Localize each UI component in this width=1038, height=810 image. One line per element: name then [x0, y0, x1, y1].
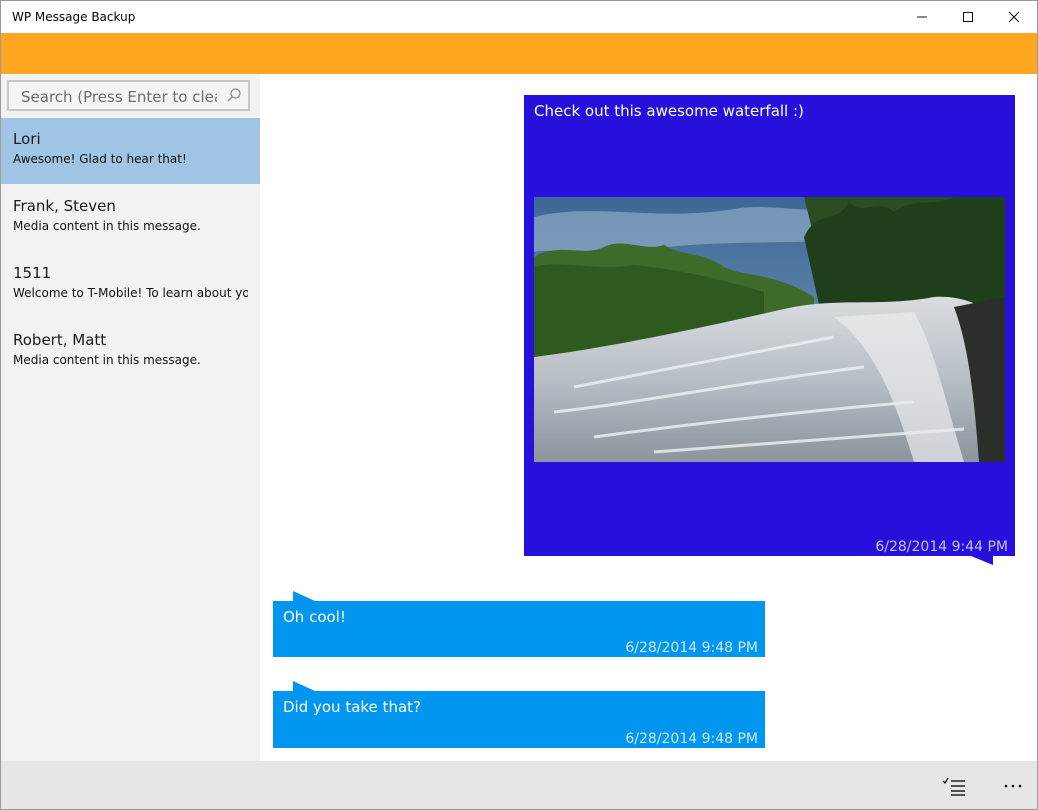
conversation-item[interactable]: Robert, Matt Media content in this messa…: [1, 319, 260, 385]
message-text: Did you take that?: [283, 698, 421, 716]
title-bar: WP Message Backup: [1, 1, 1037, 33]
conversation-item[interactable]: 1511 Welcome to T-Mobile! To learn about…: [1, 252, 260, 318]
message-timestamp: 6/28/2014 9:48 PM: [625, 640, 758, 656]
close-button[interactable]: [991, 1, 1037, 33]
conversation-preview: Awesome! Glad to hear that!: [13, 152, 187, 166]
more-button[interactable]: [998, 771, 1028, 801]
accent-header-bar: [1, 33, 1037, 74]
app-command-bar: [1, 761, 1037, 809]
received-message-bubble[interactable]: Oh cool! 6/28/2014 9:48 PM: [273, 601, 765, 657]
conversation-name: 1511: [13, 264, 52, 282]
minimize-icon: [917, 16, 927, 18]
maximize-button[interactable]: [945, 1, 991, 33]
search-box[interactable]: Search (Press Enter to clear s: [7, 80, 250, 111]
conversation-preview: Media content in this message.: [13, 219, 201, 233]
window-title: WP Message Backup: [12, 10, 136, 24]
conversation-name: Robert, Matt: [13, 331, 107, 349]
conversation-name: Lori: [13, 130, 41, 148]
received-message-bubble[interactable]: Did you take that? 6/28/2014 9:48 PM: [273, 691, 765, 748]
sent-message-bubble[interactable]: Check out this awesome waterfall :) 6/28…: [524, 95, 1015, 556]
received-bubble-tail: [293, 591, 315, 601]
app-window: WP Message Backup Search (Press Enter to…: [0, 0, 1038, 810]
conversation-item[interactable]: Frank, Steven Media content in this mess…: [1, 185, 260, 251]
message-text: Check out this awesome waterfall :): [534, 102, 804, 120]
message-timestamp: 6/28/2014 9:44 PM: [875, 539, 1008, 555]
select-button[interactable]: [939, 771, 969, 801]
conversation-preview: Welcome to T-Mobile! To learn about your…: [13, 286, 248, 300]
message-timestamp: 6/28/2014 9:48 PM: [625, 731, 758, 747]
more-icon: [1004, 784, 1022, 788]
maximize-icon: [963, 12, 973, 22]
message-thread: Check out this awesome waterfall :) 6/28…: [260, 74, 1037, 761]
search-input[interactable]: Search (Press Enter to clear s: [21, 88, 217, 106]
conversation-name: Frank, Steven: [13, 197, 116, 215]
select-list-icon: [942, 777, 965, 796]
conversation-preview: Media content in this message.: [13, 353, 201, 367]
close-icon: [1008, 11, 1020, 23]
conversation-sidebar: Search (Press Enter to clear s Lori Awes…: [1, 74, 260, 761]
received-bubble-tail: [293, 681, 315, 691]
search-icon[interactable]: [226, 87, 242, 103]
message-text: Oh cool!: [283, 608, 346, 626]
minimize-button[interactable]: [899, 1, 945, 33]
conversation-item[interactable]: Lori Awesome! Glad to hear that!: [1, 118, 260, 184]
sent-bubble-tail: [971, 556, 993, 565]
waterfall-photo[interactable]: [534, 197, 1005, 462]
